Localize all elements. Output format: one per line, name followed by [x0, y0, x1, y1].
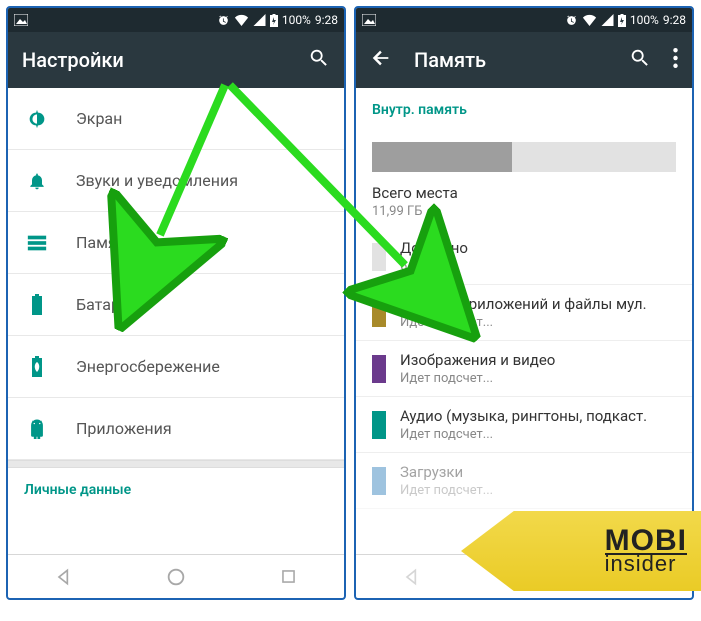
clock-time: 9:28	[315, 13, 338, 27]
storage-row-title: Загрузки	[400, 463, 493, 481]
status-bar: 100% 9:28	[356, 8, 692, 32]
android-icon	[26, 419, 48, 439]
nav-recent-icon[interactable]	[279, 567, 298, 586]
display-icon	[26, 108, 48, 130]
watermark-line2: insider	[605, 553, 687, 574]
storage-icon	[26, 234, 48, 252]
row-memory[interactable]: Память	[8, 212, 344, 274]
signal-icon	[601, 14, 614, 26]
total-value: 11,99 ГБ	[372, 204, 676, 219]
storage-total: Всего места 11,99 ГБ	[356, 180, 692, 229]
color-swatch	[372, 355, 386, 383]
storage-row-title: Аудио (музыка, рингтоны, подкаст.	[400, 407, 647, 425]
nav-bar	[8, 554, 344, 598]
picture-icon	[14, 14, 28, 26]
app-bar: Настройки	[8, 32, 344, 88]
row-battery[interactable]: Батарея	[8, 274, 344, 336]
storage-row-title: Доступно	[400, 239, 468, 257]
row-label: Приложения	[76, 419, 172, 438]
row-label: Экран	[76, 109, 122, 128]
page-title: Память	[414, 48, 607, 72]
leaf-battery-icon	[26, 356, 48, 378]
color-swatch	[372, 467, 386, 495]
picture-icon	[362, 14, 376, 26]
storage-row-downloads[interactable]: Загрузки Идет подсчет...	[356, 453, 692, 509]
row-powersave[interactable]: Энергосбережение	[8, 336, 344, 398]
battery-icon	[618, 14, 626, 27]
battery-pct: 100%	[630, 13, 659, 27]
color-swatch	[372, 299, 386, 327]
settings-list: Экран Звуки и уведомления Память Батарея…	[8, 88, 344, 554]
wifi-icon	[582, 14, 597, 26]
bell-icon	[26, 170, 48, 192]
watermark-line1: MOBI	[605, 528, 687, 554]
storage-row-sub: Идет подсчет...	[400, 427, 647, 442]
phone-left: 100% 9:28 Настройки Экран Звуки и уведом…	[6, 6, 346, 600]
storage-row-audio[interactable]: Аудио (музыка, рингтоны, подкаст. Идет п…	[356, 397, 692, 453]
status-bar: 100% 9:28	[8, 8, 344, 32]
nav-home-icon[interactable]	[165, 566, 187, 588]
row-display[interactable]: Экран	[8, 88, 344, 150]
back-icon[interactable]	[370, 47, 392, 73]
color-swatch	[372, 243, 386, 271]
storage-row-sub: Идет подсчет...	[400, 315, 647, 330]
storage-row-apps[interactable]: Данные приложений и файлы мул. Идет подс…	[356, 285, 692, 341]
storage-row-title: Изображения и видео	[400, 351, 555, 369]
app-bar: Память	[356, 32, 692, 88]
phone-right: 100% 9:28 Память Внутр. память Всего мес…	[354, 6, 694, 600]
more-icon[interactable]	[673, 48, 678, 72]
section-header: Внутр. память	[356, 88, 692, 128]
color-swatch	[372, 411, 386, 439]
nav-back-icon[interactable]	[402, 567, 422, 587]
storage-row-available[interactable]: Доступно 6,63 ГБ	[356, 229, 692, 285]
page-title: Настройки	[22, 48, 286, 72]
wifi-icon	[234, 14, 249, 26]
total-label: Всего места	[372, 184, 676, 202]
storage-content: Внутр. память Всего места 11,99 ГБ Досту…	[356, 88, 692, 554]
battery-icon	[26, 294, 48, 316]
alarm-icon	[217, 14, 230, 27]
nav-back-icon[interactable]	[54, 567, 74, 587]
section-separator	[8, 460, 344, 468]
storage-row-images[interactable]: Изображения и видео Идет подсчет...	[356, 341, 692, 397]
storage-row-sub: 6,63 ГБ	[400, 259, 468, 274]
storage-used-segment	[372, 142, 512, 172]
row-label: Энергосбережение	[76, 357, 220, 376]
search-icon[interactable]	[629, 47, 651, 73]
row-label: Память	[76, 233, 133, 252]
alarm-icon	[565, 14, 578, 27]
row-label: Звуки и уведомления	[76, 171, 238, 190]
row-sound[interactable]: Звуки и уведомления	[8, 150, 344, 212]
storage-row-title: Данные приложений и файлы мул.	[400, 295, 647, 313]
storage-usage-bar	[372, 142, 676, 172]
storage-row-sub: Идет подсчет...	[400, 483, 493, 498]
battery-pct: 100%	[282, 13, 311, 27]
search-icon[interactable]	[308, 47, 330, 73]
signal-icon	[253, 14, 266, 26]
battery-icon	[270, 14, 278, 27]
clock-time: 9:28	[663, 13, 686, 27]
section-header: Личные данные	[8, 468, 344, 508]
row-apps[interactable]: Приложения	[8, 398, 344, 460]
row-label: Батарея	[76, 295, 137, 314]
storage-row-sub: Идет подсчет...	[400, 371, 555, 386]
